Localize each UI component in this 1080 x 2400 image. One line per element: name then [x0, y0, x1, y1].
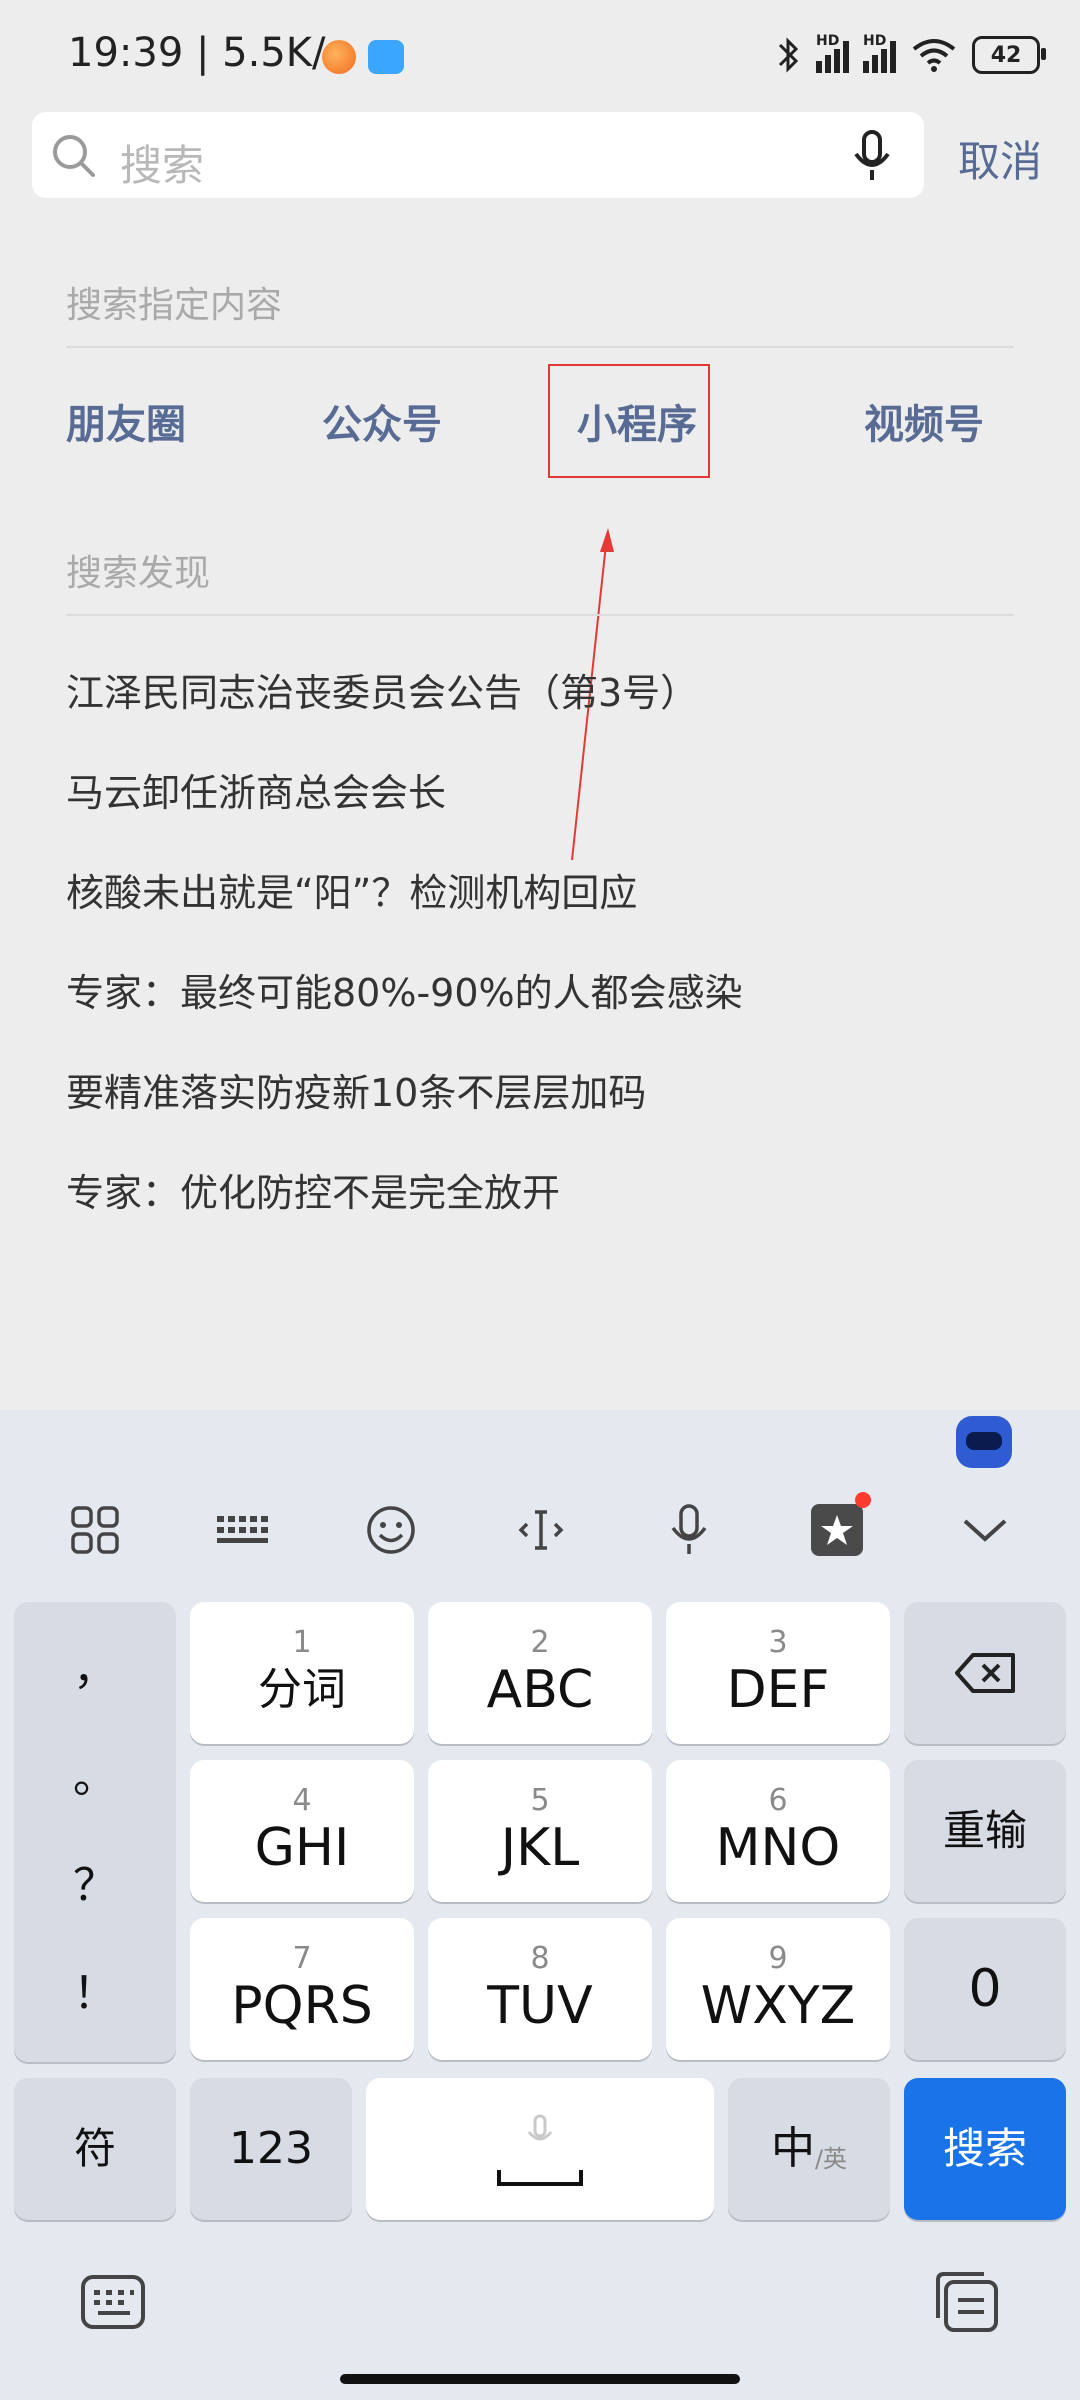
backspace-icon	[955, 1653, 1015, 1693]
assistant-bot-icon[interactable]	[956, 1416, 1012, 1468]
space-mic-icon	[527, 2114, 553, 2141]
key-5[interactable]: 5 JKL	[428, 1760, 652, 1902]
apps-grid-icon[interactable]	[60, 1498, 130, 1562]
language-switch-key[interactable]: 中 /英	[728, 2078, 890, 2220]
signal-1-icon: HD	[816, 33, 849, 73]
key-7[interactable]: 7 PQRS	[190, 1918, 414, 2060]
keyboard-layout-icon[interactable]	[208, 1498, 278, 1562]
app-notification-icon	[322, 40, 356, 74]
backspace-key[interactable]	[904, 1602, 1066, 1744]
punctuation-column[interactable]: ， 。 ？ ！	[14, 1602, 176, 2062]
key-8[interactable]: 8 TUV	[428, 1918, 652, 2060]
search-key[interactable]: 搜索	[904, 2078, 1066, 2220]
discover-item[interactable]: 马云卸任浙商总会会长	[66, 762, 446, 817]
annotation-highlight-box	[548, 364, 710, 478]
category-channels[interactable]: 视频号	[864, 392, 984, 450]
search-icon	[53, 135, 95, 177]
discover-item[interactable]: 江泽民同志治丧委员会公告（第3号）	[66, 662, 698, 717]
key-6[interactable]: 6 MNO	[666, 1760, 890, 1902]
keyboard-notification-icon	[368, 40, 404, 74]
bluetooth-icon	[778, 37, 799, 73]
reenter-key[interactable]: 重输	[904, 1760, 1066, 1902]
key-2[interactable]: 2 ABC	[428, 1602, 652, 1744]
hd-label: HD	[863, 33, 887, 49]
battery-level: 42	[990, 42, 1022, 68]
voice-input-icon[interactable]	[654, 1498, 724, 1562]
home-indicator[interactable]	[340, 2374, 740, 2384]
space-key[interactable]	[366, 2078, 714, 2220]
switch-keyboard-icon[interactable]	[80, 2274, 146, 2334]
discover-item[interactable]: 核酸未出就是“阳”？检测机构回应	[66, 862, 637, 917]
key-9[interactable]: 9 WXYZ	[666, 1918, 890, 2060]
skin-store-icon[interactable]	[802, 1492, 872, 1562]
punct-comma[interactable]: ，	[73, 1640, 117, 1700]
hd-label: HD	[816, 33, 840, 49]
punct-exclaim[interactable]: ！	[73, 1964, 117, 2024]
search-placeholder: 搜索	[120, 141, 205, 190]
emoji-icon[interactable]	[356, 1498, 426, 1562]
signal-2-icon: HD	[863, 33, 896, 73]
cursor-move-icon[interactable]	[506, 1498, 576, 1562]
punct-question[interactable]: ？	[73, 1856, 117, 1916]
key-3[interactable]: 3 DEF	[666, 1602, 890, 1744]
divider	[66, 614, 1014, 616]
divider	[66, 346, 1014, 348]
discover-item[interactable]: 专家：优化防控不是完全放开	[66, 1162, 560, 1217]
specified-content-title: 搜索指定内容	[66, 285, 283, 326]
microphone-icon[interactable]	[850, 128, 894, 184]
symbols-key[interactable]: 符	[14, 2078, 176, 2220]
status-time: 19:39 | 5.5K/s	[68, 30, 347, 76]
category-official-accounts[interactable]: 公众号	[322, 392, 442, 450]
search-input[interactable]: 搜索	[32, 112, 924, 198]
key-1[interactable]: 1 分词	[190, 1602, 414, 1744]
wifi-icon	[912, 39, 956, 72]
status-icons: HD HD 42	[774, 32, 1046, 78]
space-bar-icon	[497, 2170, 583, 2186]
discover-item[interactable]: 专家：最终可能80%-90%的人都会感染	[66, 962, 743, 1017]
clipboard-icon[interactable]	[934, 2270, 1000, 2338]
discover-title: 搜索发现	[66, 553, 211, 594]
battery-icon: 42	[972, 36, 1046, 74]
cancel-button[interactable]: 取消	[958, 128, 1042, 189]
category-moments[interactable]: 朋友圈	[66, 392, 186, 450]
key-4[interactable]: 4 GHI	[190, 1760, 414, 1902]
key-0[interactable]: 0	[904, 1918, 1066, 2060]
numbers-key[interactable]: 123	[190, 2078, 352, 2220]
punct-period[interactable]: 。	[73, 1748, 117, 1808]
discover-item[interactable]: 要精准落实防疫新10条不层层加码	[66, 1062, 646, 1117]
collapse-keyboard-icon[interactable]	[950, 1498, 1020, 1562]
